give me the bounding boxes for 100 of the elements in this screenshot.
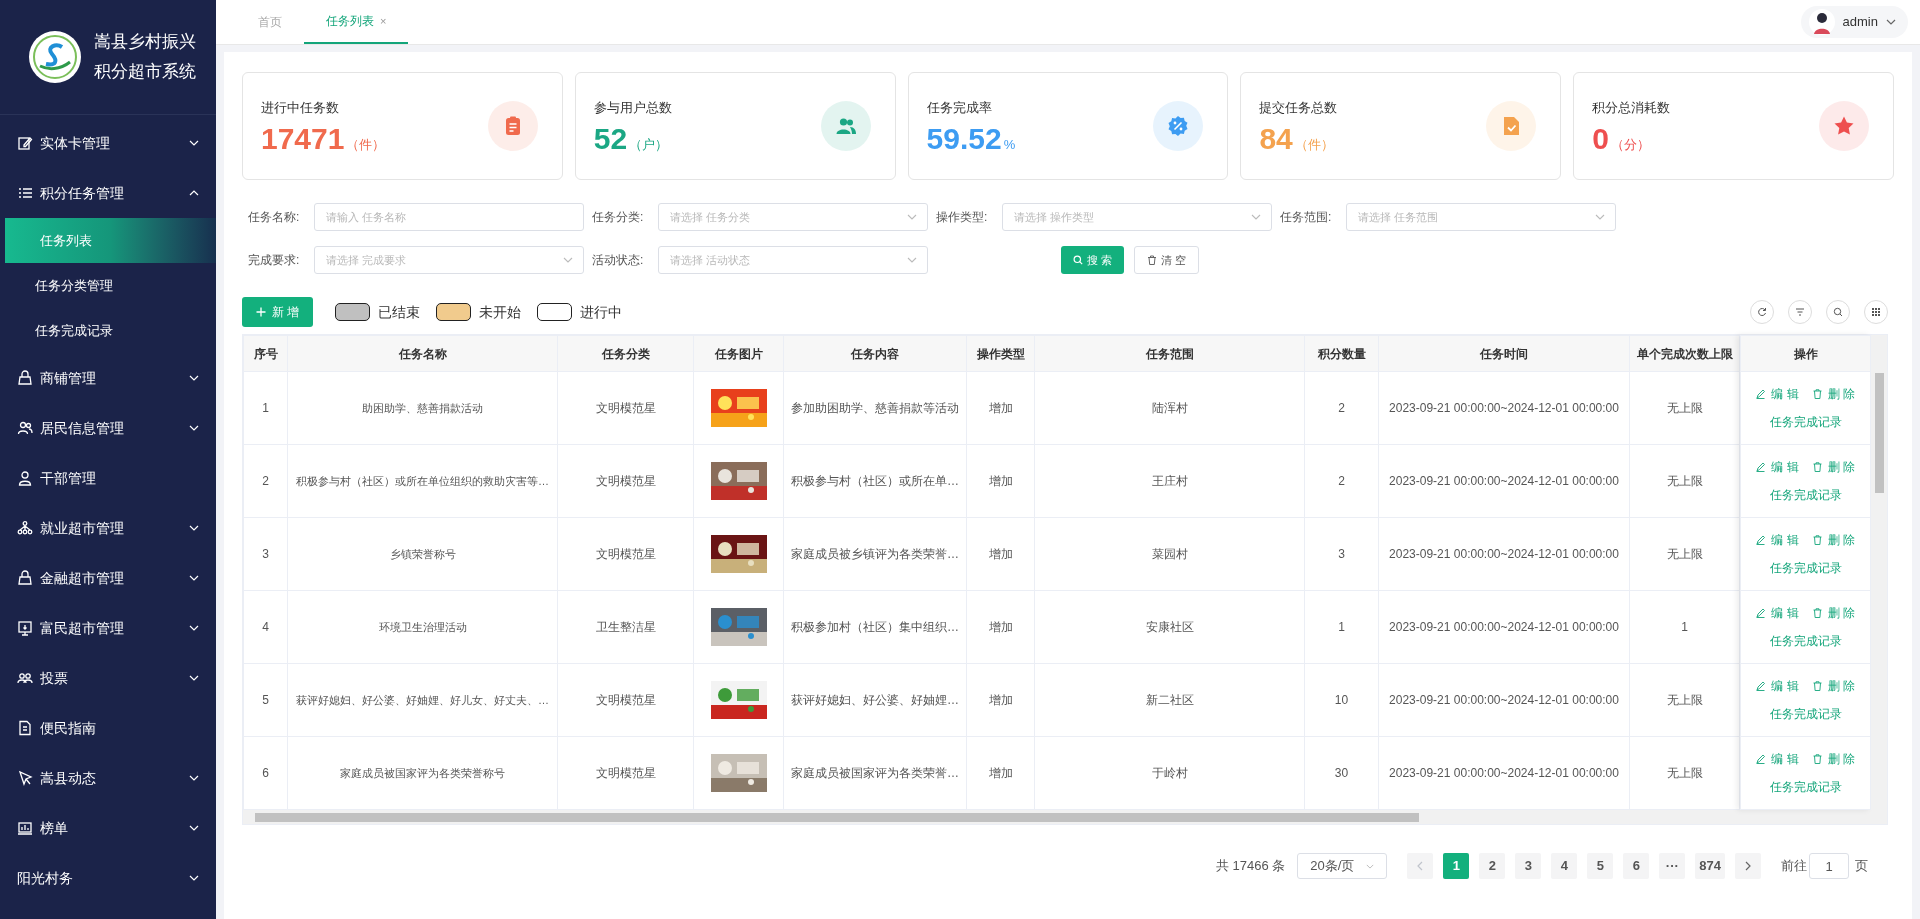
page-button[interactable]: 2 <box>1479 853 1506 879</box>
menu-item[interactable]: 就业超市管理 <box>0 503 216 553</box>
menu-label: 便民指南 <box>40 718 97 738</box>
users-icon <box>834 115 857 137</box>
edit-icon <box>17 135 33 151</box>
menu-label: 阳光村务 <box>17 868 74 888</box>
table-cell: 家庭成员被国家评为各类荣誉称号 <box>287 736 558 810</box>
select-field[interactable]: 请选择 活动状态 <box>658 246 928 274</box>
page-size-select[interactable]: 20条/页 <box>1297 853 1388 879</box>
submenu-item[interactable]: 任务完成记录 <box>0 308 216 353</box>
table-cell: 2 <box>243 444 288 518</box>
table-cell: 无上限 <box>1629 517 1740 591</box>
trash-icon <box>1812 389 1822 399</box>
filter-icon <box>1795 307 1805 317</box>
page-input[interactable]: 1 <box>1809 853 1849 879</box>
menu-label: 干部管理 <box>40 468 97 488</box>
select-field[interactable]: 请选择 任务分类 <box>658 203 928 231</box>
legend-label: 已结束 <box>378 302 421 322</box>
prev-button[interactable] <box>1407 853 1434 879</box>
table-cell: 4 <box>243 590 288 664</box>
users-icon <box>17 420 33 436</box>
stat-value: 0 <box>1592 123 1609 154</box>
table-cell: 1 <box>1304 590 1379 664</box>
table-cell: 陆浑村 <box>1034 371 1305 445</box>
trash-icon <box>1812 608 1822 618</box>
column-header: 操作类型 <box>966 335 1035 372</box>
input-field[interactable]: 请输入 任务名称 <box>314 203 584 231</box>
table-cell: 卫生整洁星 <box>557 590 694 664</box>
select-field[interactable]: 请选择 操作类型 <box>1002 203 1272 231</box>
page-button[interactable]: 5 <box>1587 853 1614 879</box>
menu-item[interactable]: 实体卡管理 <box>0 118 216 168</box>
table-cell: 获评好媳妇、好公婆、好妯娌、好儿女、好丈夫、… <box>287 663 558 737</box>
horizontal-scrollbar[interactable] <box>243 810 1887 824</box>
page-button[interactable]: 6 <box>1623 853 1650 879</box>
clear-button[interactable]: 清 空 <box>1134 246 1200 274</box>
table-cell: 文明模范星 <box>557 371 694 445</box>
table-cell: 助困助学、慈善捐款活动 <box>287 371 558 445</box>
stat-label: 提交任务总数 <box>1259 99 1338 117</box>
user-menu[interactable]: admin <box>1800 6 1908 38</box>
tab-label: 首页 <box>258 14 282 31</box>
menu-label: 商铺管理 <box>40 368 97 388</box>
column-header: 任务内容 <box>783 335 967 372</box>
menu-item[interactable]: 金融超市管理 <box>0 553 216 603</box>
chevron-down-icon <box>907 214 917 220</box>
pencil-icon <box>1756 535 1766 545</box>
menu-item[interactable]: 便民指南 <box>0 703 216 753</box>
field-label: 任务名称: <box>248 209 301 226</box>
vertical-scrollbar[interactable] <box>1871 335 1887 810</box>
pencil-icon <box>1756 462 1766 472</box>
table-cell: 增加 <box>966 736 1035 810</box>
menu-label: 实体卡管理 <box>40 133 111 153</box>
table-cell: 6 <box>243 736 288 810</box>
table-cell: 2023-09-21 00:00:00~2024-12-01 00:00:00 <box>1378 590 1630 664</box>
menu-item[interactable]: 积分任务管理 <box>0 168 216 218</box>
column-header: 任务图片 <box>693 335 784 372</box>
scrollbar-thumb[interactable] <box>255 812 1419 822</box>
table-cell: 10 <box>1304 663 1379 737</box>
table-cell: 2 <box>1304 444 1379 518</box>
percent-badge-icon <box>1167 115 1190 137</box>
chevron-down-icon <box>1595 214 1605 220</box>
column-header: 任务分类 <box>557 335 694 372</box>
submenu-item[interactable]: 任务分类管理 <box>0 263 216 308</box>
menu-item[interactable]: 投票 <box>0 653 216 703</box>
menu-item[interactable]: 居民信息管理 <box>0 403 216 453</box>
table-cell: 环境卫生治理活动 <box>287 590 558 664</box>
table-cell: 2023-09-21 00:00:00~2024-12-01 00:00:00 <box>1378 517 1630 591</box>
menu-item[interactable]: 嵩县动态 <box>0 753 216 803</box>
table-cell: 家庭成员被国家评为各类荣誉… <box>783 736 967 810</box>
stat-unit: （分） <box>1610 135 1650 154</box>
page-button[interactable]: 874 <box>1695 853 1725 879</box>
menu-item[interactable]: 商铺管理 <box>0 353 216 403</box>
legend-label: 进行中 <box>580 302 623 322</box>
page-button[interactable]: ··· <box>1659 853 1686 879</box>
table-cell: 于岭村 <box>1034 736 1305 810</box>
page-button[interactable]: 4 <box>1551 853 1578 879</box>
column-header: 任务名称 <box>287 335 558 372</box>
total-count: 共 17466 条 <box>1215 857 1286 876</box>
table-cell: 参加助困助学、慈善捐款等活动 <box>783 371 967 445</box>
chevron-left-icon <box>1417 861 1424 871</box>
select-field[interactable]: 请选择 任务范围 <box>1346 203 1616 231</box>
chevron-down-icon <box>1886 19 1896 25</box>
table-cell: 增加 <box>966 517 1035 591</box>
menu-item[interactable]: 干部管理 <box>0 453 216 503</box>
table-cell: 1 <box>243 371 288 445</box>
scrollbar-thumb[interactable] <box>1874 373 1884 493</box>
column-header: 任务时间 <box>1378 335 1630 372</box>
table-cell: 无上限 <box>1629 663 1740 737</box>
trash-icon <box>1812 681 1822 691</box>
menu-item[interactable]: 榜单 <box>0 803 216 853</box>
menu-item[interactable]: 富民超市管理 <box>0 603 216 653</box>
table-cell: 增加 <box>966 371 1035 445</box>
select-field[interactable]: 请选择 完成要求 <box>314 246 584 274</box>
page-button[interactable]: 3 <box>1515 853 1542 879</box>
stat-value: 17471 <box>261 123 345 154</box>
next-button[interactable] <box>1735 853 1761 879</box>
menu-item[interactable]: 阳光村务 <box>0 853 216 903</box>
field-label: 任务范围: <box>1280 209 1333 226</box>
trash-icon <box>1147 255 1158 265</box>
stat-label: 进行中任务数 <box>261 99 340 117</box>
stat-value: 52 <box>593 123 628 154</box>
